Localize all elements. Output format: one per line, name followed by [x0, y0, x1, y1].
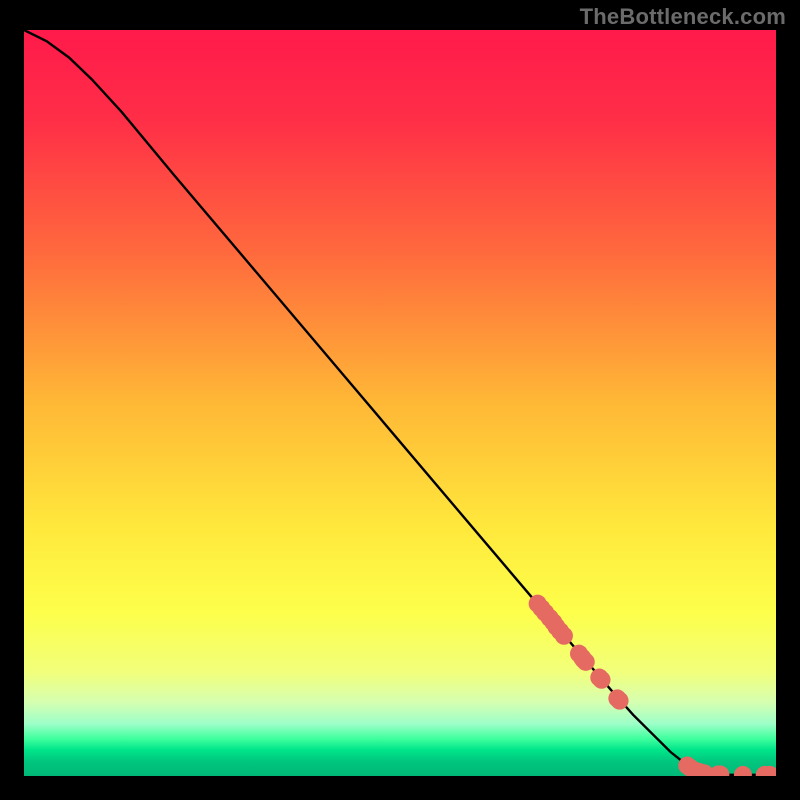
- data-marker: [593, 671, 611, 689]
- watermark-text: TheBottleneck.com: [580, 4, 786, 30]
- data-marker: [555, 627, 573, 645]
- chart-svg: [24, 30, 776, 776]
- plot-area: [24, 30, 776, 776]
- gradient-background: [24, 30, 776, 776]
- figure-container: TheBottleneck.com: [0, 0, 800, 800]
- data-marker: [611, 692, 629, 710]
- data-marker: [577, 653, 595, 671]
